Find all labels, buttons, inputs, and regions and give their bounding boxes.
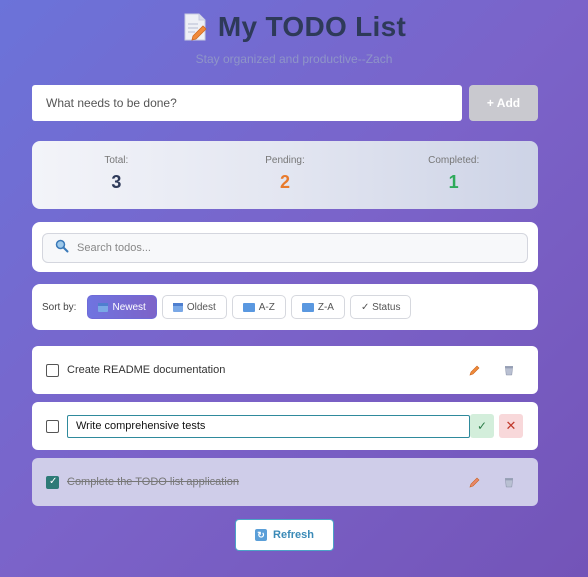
page-title: My TODO List (217, 11, 407, 42)
page-header: My TODO List Stay organized and producti… (0, 10, 588, 66)
abc-icon (301, 302, 314, 312)
search-input[interactable] (77, 242, 497, 254)
title-row: My TODO List (0, 10, 588, 44)
refresh-label: Refresh (273, 529, 314, 541)
search-icon (55, 239, 69, 258)
close-icon: ✕ (505, 418, 517, 433)
stats-panel: Total: 3 Pending: 2 Completed: 1 (32, 141, 538, 209)
calendar-icon (172, 302, 183, 312)
sort-bar: Sort by: Newest Oldest A-Z Z-A ✓ Status (32, 284, 538, 330)
todo-edit-input[interactable] (67, 414, 470, 438)
add-todo-form: + Add (32, 85, 538, 121)
check-icon: ✓ (476, 419, 488, 433)
stat-value: 1 (448, 172, 459, 192)
refresh-button[interactable]: ↻ Refresh (235, 519, 334, 551)
todo-item-editing: ✓ ✕ (32, 402, 538, 450)
abc-icon (242, 302, 255, 312)
cancel-edit-button[interactable]: ✕ (499, 414, 523, 438)
edit-button[interactable] (462, 357, 488, 383)
stat-completed: Completed: 1 (369, 141, 538, 209)
stat-value: 2 (280, 172, 291, 192)
delete-button[interactable] (496, 469, 522, 495)
delete-button[interactable] (496, 357, 522, 383)
sort-option-label: Newest (112, 301, 146, 313)
search-card (32, 222, 538, 272)
sort-newest-button[interactable]: Newest (87, 295, 157, 319)
todo-checkbox[interactable] (46, 475, 59, 489)
new-todo-input[interactable] (32, 85, 462, 121)
calendar-icon (98, 302, 109, 312)
sort-label: Sort by: (42, 301, 77, 313)
refresh-icon: ↻ (255, 529, 268, 541)
pencil-icon (469, 365, 480, 376)
save-edit-button[interactable]: ✓ (470, 414, 494, 438)
add-button[interactable]: + Add (469, 85, 538, 121)
stat-label: Pending: (265, 155, 305, 166)
sort-option-label: A-Z (258, 301, 275, 313)
search-box (42, 233, 528, 263)
todo-checkbox[interactable] (46, 419, 59, 433)
todo-item-completed: Complete the TODO list application (32, 458, 538, 506)
todo-item: Create README documentation (32, 346, 538, 394)
todo-checkbox[interactable] (46, 363, 59, 377)
memo-icon (182, 12, 208, 42)
sort-oldest-button[interactable]: Oldest (161, 295, 227, 319)
sort-option-label: ✓ Status (360, 301, 401, 313)
sort-z-a-button[interactable]: Z-A (290, 295, 345, 319)
sort-status-button[interactable]: ✓ Status (349, 295, 412, 319)
stat-value: 3 (111, 172, 122, 192)
sort-a-z-button[interactable]: A-Z (231, 295, 286, 319)
todo-text: Create README documentation (67, 364, 226, 376)
sort-option-label: Z-A (317, 301, 334, 313)
stat-label: Total: (104, 155, 129, 166)
page-subtitle: Stay organized and productive--Zach (195, 52, 393, 66)
edit-button[interactable] (462, 469, 488, 495)
todo-text: Complete the TODO list application (67, 476, 240, 488)
stat-label: Completed: (428, 155, 480, 166)
stat-total: Total: 3 (32, 141, 201, 209)
sort-option-label: Oldest (186, 301, 216, 313)
stat-pending: Pending: 2 (201, 141, 370, 209)
pencil-icon (469, 477, 480, 488)
trash-icon (505, 478, 513, 488)
trash-icon (505, 366, 513, 376)
